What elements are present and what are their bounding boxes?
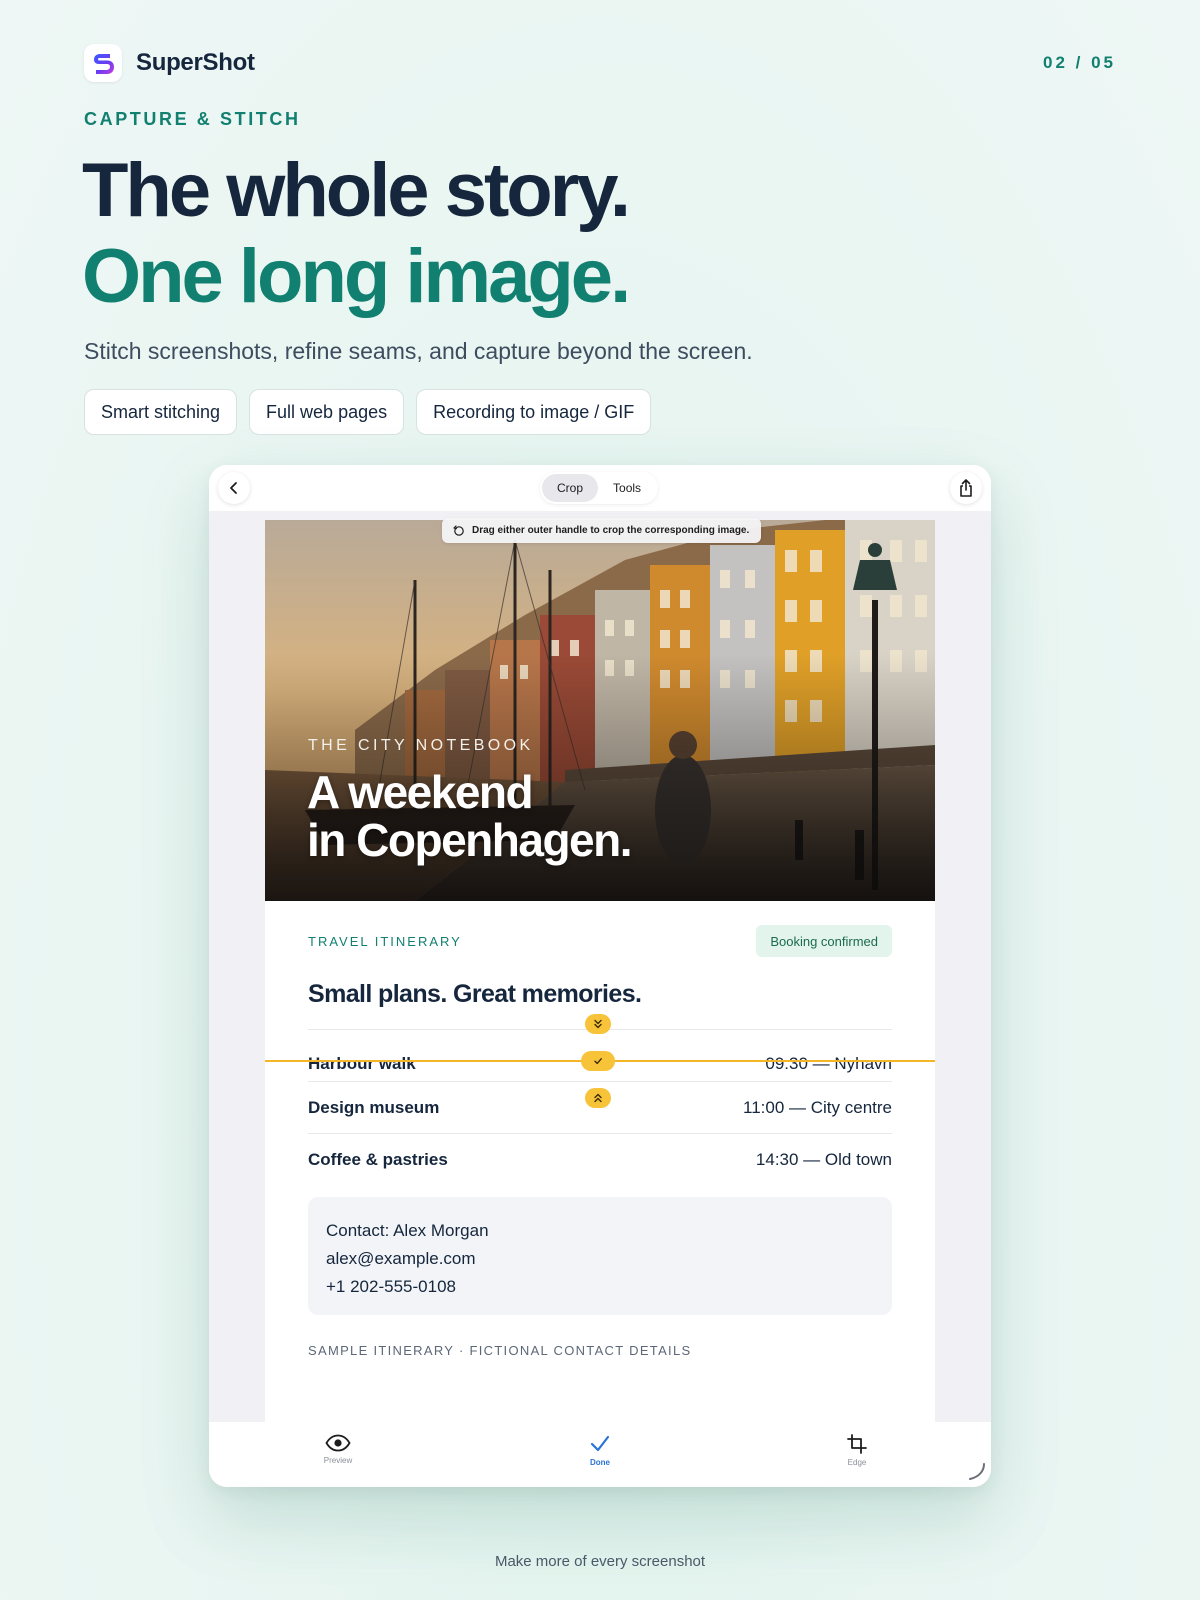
itinerary-time: 09:30 — Nyhavn — [765, 1053, 892, 1073]
share-icon — [960, 479, 972, 497]
article-title: A weekend in Copenhagen. — [307, 766, 633, 866]
editor-toolbar: Crop Tools — [209, 465, 991, 511]
tab-done[interactable]: Done — [570, 1434, 630, 1467]
seam-confirm-handle[interactable] — [581, 1051, 615, 1071]
checkmark-icon — [590, 1435, 610, 1452]
tab-done-label: Done — [590, 1458, 610, 1467]
crop-tip-text: Drag either outer handle to crop the cor… — [472, 525, 750, 536]
itinerary-time: 14:30 — Old town — [755, 1149, 892, 1169]
section-label: TRAVEL ITINERARY — [308, 934, 462, 949]
tagline: Make more of every screenshot — [494, 1553, 706, 1570]
feature-chip: Recording to image / GIF — [416, 389, 652, 435]
double-chevron-up-icon — [594, 1093, 602, 1103]
feature-chips: Smart stitching Full web pages Recording… — [84, 389, 652, 435]
subtitle: Stitch screenshots, refine seams, and ca… — [84, 338, 753, 364]
article-title-line-2: in Copenhagen. — [307, 814, 633, 866]
tab-edge[interactable]: Edge — [827, 1434, 887, 1467]
itinerary-name: Coffee & pastries — [308, 1149, 448, 1169]
tab-crop[interactable]: Crop — [542, 474, 599, 502]
hero-image: THE CITY NOTEBOOK A weekend in Copenhage… — [265, 520, 935, 901]
page-counter: 02 / 05 — [1043, 53, 1116, 72]
itinerary-name: Design museum — [308, 1097, 440, 1117]
contact-email: alex@example.com — [326, 1249, 476, 1268]
tab-preview-label: Preview — [323, 1456, 353, 1465]
bottom-tab-bar: Preview Done Edge — [209, 1422, 991, 1487]
crop-handle-bottom[interactable] — [585, 1088, 611, 1108]
footnote: SAMPLE ITINERARY · FICTIONAL CONTACT DET… — [308, 1343, 692, 1358]
status-badge: Booking confirmed — [756, 925, 892, 957]
double-chevron-down-icon — [594, 1019, 602, 1029]
stitched-page: THE CITY NOTEBOOK A weekend in Copenhage… — [265, 520, 935, 1426]
contact-card: Contact: Alex Morgan alex@example.com +1… — [308, 1197, 892, 1315]
list-item: Coffee & pastries 14:30 — Old town — [308, 1133, 892, 1185]
headline-line-2: One long image. — [82, 234, 631, 319]
contact-phone: +1 202-555-0108 — [326, 1277, 456, 1296]
tab-tools[interactable]: Tools — [598, 474, 656, 502]
feature-chip: Smart stitching — [84, 389, 238, 435]
article-kicker: THE CITY NOTEBOOK — [308, 737, 534, 754]
eye-icon — [325, 1434, 351, 1452]
supershot-logo-icon — [84, 44, 122, 82]
crop-icon — [847, 1434, 867, 1454]
hand-drag-icon — [453, 524, 464, 536]
chevron-left-icon — [230, 482, 237, 494]
device-mockup: Crop Tools Drag either outer handle to c… — [209, 465, 991, 1487]
contact-name: Contact: Alex Morgan — [326, 1221, 489, 1240]
tab-preview[interactable]: Preview — [308, 1434, 368, 1465]
itinerary-time: 11:00 — City centre — [743, 1097, 892, 1117]
resize-corner-icon — [969, 1463, 985, 1480]
crop-handle-top[interactable] — [585, 1014, 611, 1034]
feature-chip: Full web pages — [249, 389, 405, 435]
article-title-line-1: A weekend — [307, 766, 534, 818]
crop-tip: Drag either outer handle to crop the cor… — [442, 518, 762, 543]
back-button[interactable] — [218, 472, 250, 504]
share-button[interactable] — [950, 472, 982, 504]
brand-name: SuperShot — [136, 49, 255, 76]
headline: The whole story. One long image. — [82, 148, 631, 320]
checkmark-icon — [594, 1058, 602, 1065]
itinerary-heading: Small plans. Great memories. — [308, 980, 642, 1008]
eyebrow: CAPTURE & STITCH — [84, 109, 301, 129]
brand: SuperShot — [84, 44, 255, 82]
tab-edge-label: Edge — [847, 1458, 867, 1467]
mode-segmented-control: Crop Tools — [540, 472, 659, 504]
itinerary-name: Harbour walk — [308, 1053, 416, 1073]
headline-line-1: The whole story. — [82, 148, 631, 233]
